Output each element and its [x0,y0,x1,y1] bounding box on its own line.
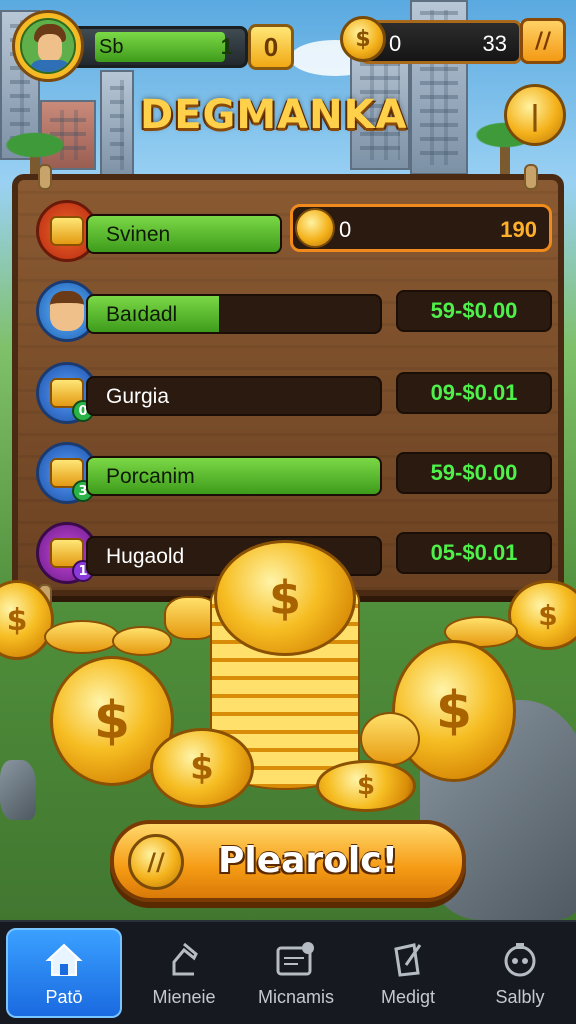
nav-label: Micnamis [257,986,334,1007]
flat-coin [360,712,420,766]
nav-item-video[interactable]: Micnamis [240,922,352,1024]
edit-icon [386,939,430,979]
coin-icon: // [128,834,184,890]
profile-icon [162,939,206,979]
header-coin-bar: 0 190 [290,204,552,252]
building [100,70,134,180]
dollar-coin: $ [214,540,356,656]
dollar-coin: $ [150,728,254,808]
rock [0,760,36,820]
header-coin-left: 0 [339,217,352,242]
row-value: 59-$0.00 [396,452,552,494]
coin-icon: $ [340,16,386,62]
bottom-nav: Patō Mieneie Micnamis Medigt Salbly [0,920,576,1024]
nav-item-edit[interactable]: Medigt [352,922,464,1024]
nav-item-profile[interactable]: Mieneie [128,922,240,1024]
home-icon [42,939,86,979]
leaderboard-panel: Svinen 0 190 Baıdadl 59-$0.00 0 Gurgia 0… [12,164,564,610]
leaderboard-header-row: Svinen 0 190 [36,200,552,266]
dollar-coin: $ [392,640,516,782]
coin-icon [295,208,335,248]
nav-label: Salbly [495,986,545,1007]
coin-hud: $ 0 33 // [340,14,566,72]
avatar[interactable] [12,10,84,82]
row-label: Baıdadl [106,303,178,326]
flat-coin [112,626,172,656]
row-label: Hugaold [106,545,185,568]
shield-icon [498,939,542,979]
leaderboard-row[interactable]: Baıdadl 59-$0.00 [36,280,552,346]
nav-label: Patō [45,986,83,1007]
row-label: Gurgia [106,385,170,408]
leaderboard-row[interactable]: 3 Porcanim 59-$0.00 [36,442,552,508]
rope-knot [524,164,538,190]
header-label-bar: Svinen [86,214,282,254]
game-title: DEGMANKA [140,92,408,138]
player-hud: Sb 1 0 [12,10,294,82]
level-badge[interactable]: 0 [248,24,294,70]
header-coin-right: 190 [500,217,537,242]
nav-label: Mieneie [152,986,216,1007]
row-value: 05-$0.01 [396,532,552,574]
row-progress-bar: Baıdadl [86,294,382,334]
coin-count-right: 33 [482,31,507,56]
play-button-label: Plearolc! [218,840,399,881]
nav-label: Medigt [380,986,436,1007]
player-level: 1 [220,34,233,59]
nav-item-shield[interactable]: Salbly [464,922,576,1024]
row-label: Porcanim [106,465,195,488]
row-value: 09-$0.01 [396,372,552,414]
player-name: Sb [99,35,124,58]
video-icon [274,939,318,979]
flat-coin [44,620,120,654]
row-progress-bar: Porcanim [86,456,382,496]
side-coin-button[interactable]: | [504,84,566,146]
avatar-face [20,18,76,74]
play-button[interactable]: // Plearolc! [110,820,466,902]
dollar-coin: $ [316,760,416,812]
header-label: Svinen [106,223,171,246]
row-progress-bar: Gurgia [86,376,382,416]
coin-count-left: 0 [389,31,402,56]
rope-knot [38,164,52,190]
pause-button[interactable]: // [520,18,566,64]
row-value: 59-$0.00 [396,290,552,332]
leaderboard-row[interactable]: 0 Gurgia 09-$0.01 [36,362,552,428]
nav-item-home[interactable]: Patō [6,928,122,1018]
